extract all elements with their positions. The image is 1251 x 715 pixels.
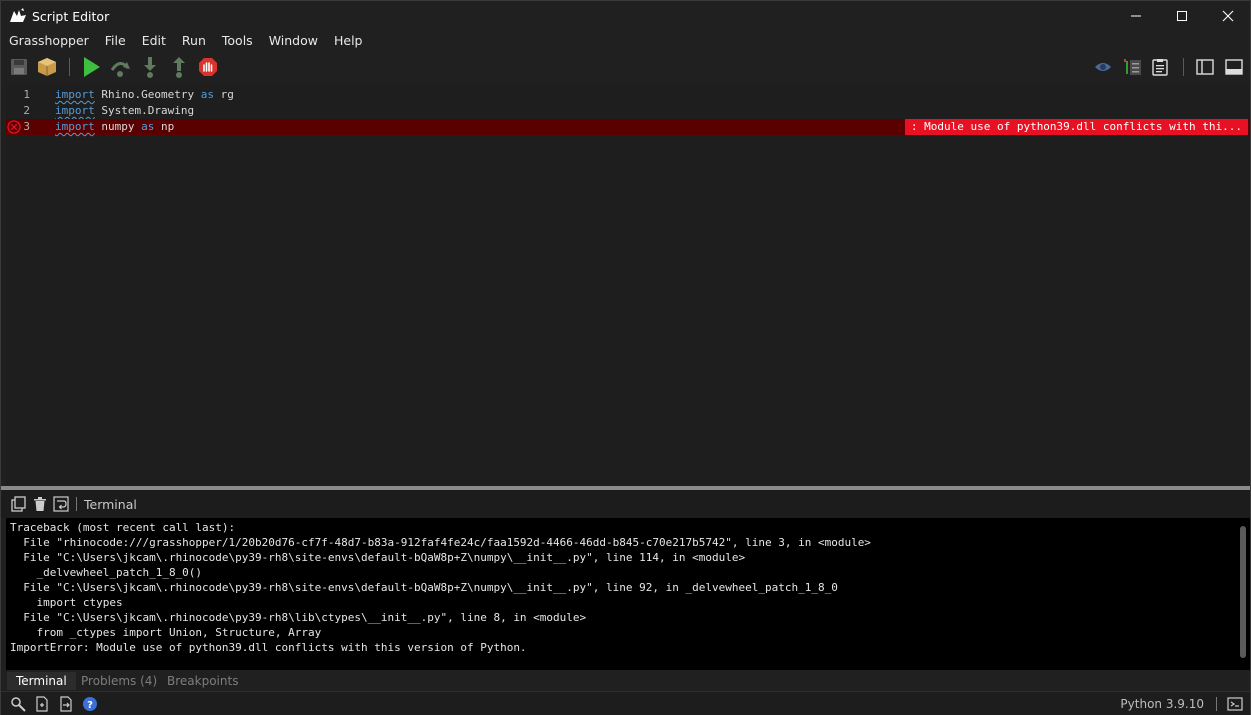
run-button[interactable] <box>80 55 102 79</box>
keyword-as: as <box>141 120 155 133</box>
wrap-icon[interactable] <box>53 496 69 512</box>
keyword-import: import <box>55 120 95 133</box>
module-alias: rg <box>220 88 234 101</box>
module-name: numpy <box>101 120 135 133</box>
menu-file[interactable]: File <box>105 31 126 51</box>
menu-window[interactable]: Window <box>269 31 318 51</box>
code-text: import Rhino.Geometry as rg <box>55 87 234 103</box>
keyword-as: as <box>200 88 214 101</box>
terminal-line: File "C:\Users\jkcam\.rhinocode\py39-rh8… <box>10 611 587 624</box>
python-version[interactable]: Python 3.9.10 <box>1120 697 1204 711</box>
menu-edit[interactable]: Edit <box>142 31 166 51</box>
code-line[interactable]: 2 import System.Drawing <box>6 103 1250 119</box>
code-editor[interactable]: 1 import Rhino.Geometry as rg 2 import S… <box>6 85 1250 485</box>
module-alias: np <box>161 120 175 133</box>
clipboard-icon <box>1152 59 1168 76</box>
help-icon[interactable]: ? <box>82 696 98 712</box>
sidebar-toggle-button[interactable] <box>1194 55 1216 79</box>
tab-problems[interactable]: Problems (4) <box>81 672 157 690</box>
terminal-line: from _ctypes import Union, Structure, Ar… <box>10 626 322 639</box>
clipboard-button[interactable] <box>1149 55 1171 79</box>
panel-toggle-button[interactable] <box>1223 55 1245 79</box>
file-export-icon[interactable] <box>58 696 74 712</box>
panel-tabs: Terminal Problems (4) Breakpoints <box>1 672 1250 690</box>
code-text: import System.Drawing <box>55 103 194 119</box>
module-name: Rhino.Geometry <box>101 88 195 101</box>
header-separator <box>76 497 77 511</box>
menu-grasshopper[interactable]: Grasshopper <box>9 31 89 51</box>
save-icon <box>11 59 27 75</box>
terminal-line: Traceback (most recent call last): <box>10 521 236 534</box>
step-over-icon <box>110 62 130 77</box>
svg-text:?: ? <box>87 700 93 711</box>
menu-tools[interactable]: Tools <box>222 31 253 51</box>
save-button[interactable] <box>8 55 30 79</box>
menu-run[interactable]: Run <box>182 31 206 51</box>
module-name: System.Drawing <box>101 104 195 117</box>
line-number: 2 <box>23 104 30 117</box>
console-icon[interactable] <box>1227 696 1243 712</box>
close-icon <box>1222 10 1234 22</box>
terminal-line: import ctypes <box>10 596 123 609</box>
menu-bar: Grasshopper File Edit Run Tools Window H… <box>1 31 1250 51</box>
keyword-import: import <box>55 88 95 101</box>
trash-icon[interactable] <box>32 496 48 512</box>
maximize-button[interactable] <box>1159 1 1205 31</box>
terminal-output[interactable]: Traceback (most recent call last): File … <box>6 518 1250 670</box>
indent-icon <box>1124 59 1141 75</box>
preview-button[interactable] <box>1092 55 1114 79</box>
keyword-import: import <box>55 104 95 117</box>
status-bar: ? Python 3.9.10 <box>1 691 1250 715</box>
code-line[interactable]: 1 import Rhino.Geometry as rg <box>6 87 1250 103</box>
package-button[interactable] <box>36 55 58 79</box>
terminal-line: File "rhinocode:///grasshopper/1/20b20d7… <box>10 536 871 549</box>
search-icon[interactable] <box>10 696 26 712</box>
stop-button[interactable] <box>197 55 219 79</box>
maximize-icon <box>1177 11 1187 21</box>
terminal-title: Terminal <box>84 497 137 512</box>
terminal-line: File "C:\Users\jkcam\.rhinocode\py39-rh8… <box>10 551 746 564</box>
terminal-scrollbar[interactable] <box>1240 526 1246 658</box>
inline-error-message[interactable]: : Module use of python39.dll conflicts w… <box>904 119 1248 135</box>
title-bar: Script Editor <box>1 1 1250 31</box>
code-line-error[interactable]: 3 import numpy as np : Module use of pyt… <box>6 119 1250 135</box>
step-out-icon <box>173 57 185 78</box>
rhino-icon <box>10 8 26 22</box>
minimize-icon <box>1131 15 1141 17</box>
terminal-line: ImportError: Module use of python39.dll … <box>10 641 527 654</box>
status-separator <box>1216 697 1217 711</box>
close-button[interactable] <box>1205 1 1251 31</box>
tab-terminal[interactable]: Terminal <box>7 672 76 690</box>
window-title: Script Editor <box>32 9 110 24</box>
terminal-header: Terminal <box>1 490 1250 518</box>
step-over-button[interactable] <box>109 55 131 79</box>
toolbar-separator <box>1183 58 1184 76</box>
step-out-button[interactable] <box>168 55 190 79</box>
preview-icon <box>1095 63 1111 71</box>
package-icon <box>38 58 56 76</box>
minimize-button[interactable] <box>1113 1 1159 31</box>
script-editor-window: Script Editor Grasshopper File Edit Run … <box>0 0 1251 715</box>
file-add-icon[interactable] <box>34 696 50 712</box>
panel-toggle-icon <box>1225 59 1243 75</box>
stop-icon <box>199 58 217 76</box>
step-into-icon <box>144 57 156 78</box>
copy-icon[interactable] <box>11 496 27 512</box>
indent-button[interactable] <box>1122 55 1144 79</box>
run-icon <box>84 57 100 77</box>
line-number: 1 <box>23 88 30 101</box>
sidebar-toggle-icon <box>1196 59 1214 75</box>
terminal-line: File "C:\Users\jkcam\.rhinocode\py39-rh8… <box>10 581 838 594</box>
terminal-line: _delvewheel_patch_1_8_0() <box>10 566 203 579</box>
toolbar <box>1 53 1250 81</box>
step-into-button[interactable] <box>139 55 161 79</box>
toolbar-separator <box>69 58 70 76</box>
code-text: import numpy as np <box>55 119 174 135</box>
line-number: 3 <box>23 120 30 133</box>
menu-help[interactable]: Help <box>334 31 363 51</box>
tab-breakpoints[interactable]: Breakpoints <box>167 672 238 690</box>
